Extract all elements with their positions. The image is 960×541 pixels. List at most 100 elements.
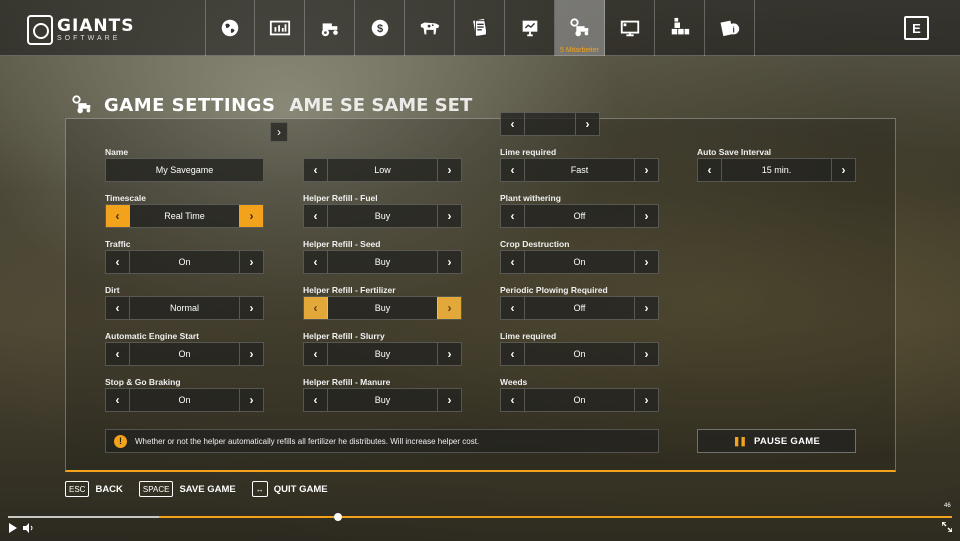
chevron-right-icon[interactable]: › bbox=[634, 251, 658, 273]
setting-label: Automatic Engine Start bbox=[105, 331, 199, 341]
setting-label: Weeds bbox=[500, 377, 528, 387]
settings-tractor-icon bbox=[72, 95, 91, 114]
chevron-right-icon[interactable]: › bbox=[831, 159, 855, 181]
logo-icon bbox=[27, 15, 53, 45]
chevron-right-icon[interactable]: › bbox=[634, 297, 658, 319]
chevron-left-icon[interactable]: ‹ bbox=[501, 113, 525, 135]
chevron-left-icon[interactable]: ‹ bbox=[501, 389, 525, 411]
tab-statistics[interactable] bbox=[505, 0, 555, 56]
tab-contracts[interactable] bbox=[455, 0, 505, 56]
setting-label: Helper Refill - Slurry bbox=[303, 331, 385, 341]
chevron-left-icon[interactable]: ‹ bbox=[106, 297, 130, 319]
chevron-left-icon[interactable]: ‹ bbox=[501, 205, 525, 227]
savegame-name-input[interactable]: My Savegame bbox=[105, 158, 264, 182]
chevron-right-icon[interactable]: › bbox=[437, 159, 461, 181]
chevron-left-icon[interactable]: ‹ bbox=[501, 297, 525, 319]
chevron-right-icon[interactable]: › bbox=[239, 389, 263, 411]
chevron-left-icon[interactable]: ‹ bbox=[304, 343, 328, 365]
tab-finances[interactable]: $ bbox=[355, 0, 405, 56]
setting-label: Lime required bbox=[500, 147, 557, 157]
quit-game-button[interactable]: ↔ QUIT GAME bbox=[251, 481, 328, 497]
setting-label: Helper Refill - Fertilizer bbox=[303, 285, 396, 295]
chevron-left-icon[interactable]: ‹ bbox=[304, 389, 328, 411]
setting-value: On bbox=[178, 257, 191, 267]
tab-prices[interactable] bbox=[255, 0, 305, 56]
chevron-right-icon[interactable]: › bbox=[239, 343, 263, 365]
volume-icon[interactable] bbox=[23, 523, 35, 533]
chevron-right-icon[interactable]: › bbox=[437, 343, 461, 365]
setting-label bbox=[303, 146, 462, 158]
pause-game-button[interactable]: ❚❚ PAUSE GAME bbox=[697, 429, 856, 453]
chevron-left-icon[interactable]: ‹ bbox=[698, 159, 722, 181]
chevron-right-icon[interactable]: › bbox=[634, 389, 658, 411]
bottom-action-bar: ESC BACK SPACE SAVE GAME ↔ QUIT GAME bbox=[65, 480, 344, 498]
help-icon: i bbox=[720, 20, 739, 37]
money-icon: $ bbox=[371, 19, 388, 37]
chevron-left-icon[interactable]: ‹ bbox=[106, 389, 130, 411]
setting-value: Off bbox=[573, 211, 586, 221]
setting-automatic-engine-start: Automatic Engine Start ‹ On › bbox=[105, 330, 264, 366]
scroll-right-arrow[interactable]: › bbox=[270, 122, 288, 142]
chevron-left-icon[interactable]: ‹ bbox=[106, 343, 130, 365]
blocks-icon bbox=[671, 17, 689, 35]
back-button[interactable]: ESC BACK bbox=[65, 481, 123, 497]
video-scrub-handle[interactable] bbox=[334, 513, 343, 521]
setting-stop-go-braking: Stop & Go Braking ‹ On › bbox=[105, 376, 264, 412]
setting-label: Crop Destruction bbox=[500, 239, 570, 249]
chevron-left-icon[interactable]: ‹ bbox=[501, 159, 525, 181]
menu-tabs: $ 5 Mitarbeiter i bbox=[205, 0, 755, 56]
save-game-button[interactable]: SPACE SAVE GAME bbox=[138, 481, 236, 497]
tab-map[interactable] bbox=[205, 0, 255, 56]
chevron-right-icon[interactable]: › bbox=[239, 297, 263, 319]
setting-value: On bbox=[573, 349, 586, 359]
chevron-right-icon[interactable]: › bbox=[634, 343, 658, 365]
tab-game-settings[interactable]: 5 Mitarbeiter bbox=[555, 0, 605, 56]
save-game-label: SAVE GAME bbox=[179, 483, 236, 495]
setting-difficulty: ‹ Low › bbox=[303, 146, 462, 182]
chevron-right-icon[interactable]: › bbox=[437, 251, 461, 273]
chevron-right-icon[interactable]: › bbox=[437, 389, 461, 411]
chevron-right-icon[interactable]: › bbox=[634, 205, 658, 227]
setting-value: Low bbox=[374, 165, 391, 175]
tooltip-text: Whether or not the helper automatically … bbox=[135, 436, 480, 446]
chevron-left-icon[interactable]: ‹ bbox=[304, 159, 328, 181]
chevron-right-icon[interactable]: › bbox=[239, 205, 263, 227]
chevron-left-icon[interactable]: ‹ bbox=[304, 251, 328, 273]
chevron-left-icon[interactable]: ‹ bbox=[304, 297, 328, 319]
tab-animals[interactable] bbox=[405, 0, 455, 56]
setting-value: 15 min. bbox=[761, 165, 792, 175]
tab-controls[interactable] bbox=[655, 0, 705, 56]
exit-key-button[interactable]: E bbox=[904, 16, 929, 40]
setting-value: Buy bbox=[374, 349, 391, 359]
chevron-right-icon[interactable]: › bbox=[437, 297, 461, 319]
globe-icon bbox=[221, 19, 239, 37]
page-title: GAME SETTINGS bbox=[104, 94, 276, 116]
pause-icon: ❚❚ bbox=[732, 435, 747, 446]
logo-sub: SOFTWARE bbox=[57, 35, 121, 42]
chevron-left-icon[interactable]: ‹ bbox=[501, 251, 525, 273]
tab-general-settings[interactable] bbox=[605, 0, 655, 56]
chevron-left-icon[interactable]: ‹ bbox=[106, 251, 130, 273]
play-icon[interactable] bbox=[8, 523, 18, 533]
tab-help[interactable]: i bbox=[705, 0, 755, 56]
video-buffer bbox=[8, 516, 160, 518]
pause-game-label: PAUSE GAME bbox=[753, 435, 821, 447]
chevron-right-icon[interactable]: › bbox=[437, 205, 461, 227]
chevron-left-icon[interactable]: ‹ bbox=[501, 343, 525, 365]
setting-value: Buy bbox=[374, 303, 391, 313]
chevron-right-icon[interactable]: › bbox=[575, 113, 599, 135]
chevron-left-icon[interactable]: ‹ bbox=[106, 205, 130, 227]
chevron-right-icon[interactable]: › bbox=[634, 159, 658, 181]
fullscreen-icon[interactable] bbox=[942, 522, 952, 532]
video-progress-bar[interactable] bbox=[8, 513, 952, 521]
chevron-left-icon[interactable]: ‹ bbox=[304, 205, 328, 227]
chevron-right-icon[interactable]: › bbox=[239, 251, 263, 273]
setting-value: On bbox=[573, 395, 586, 405]
setting-auto-save-interval: Auto Save Interval ‹ 15 min. › bbox=[697, 146, 856, 182]
setting-label: Dirt bbox=[105, 285, 120, 295]
back-label: BACK bbox=[95, 483, 123, 495]
space-key: SPACE bbox=[138, 481, 174, 497]
setting-value: Buy bbox=[374, 395, 391, 405]
tab-vehicles[interactable] bbox=[305, 0, 355, 56]
setting-value: Fast bbox=[570, 165, 589, 175]
